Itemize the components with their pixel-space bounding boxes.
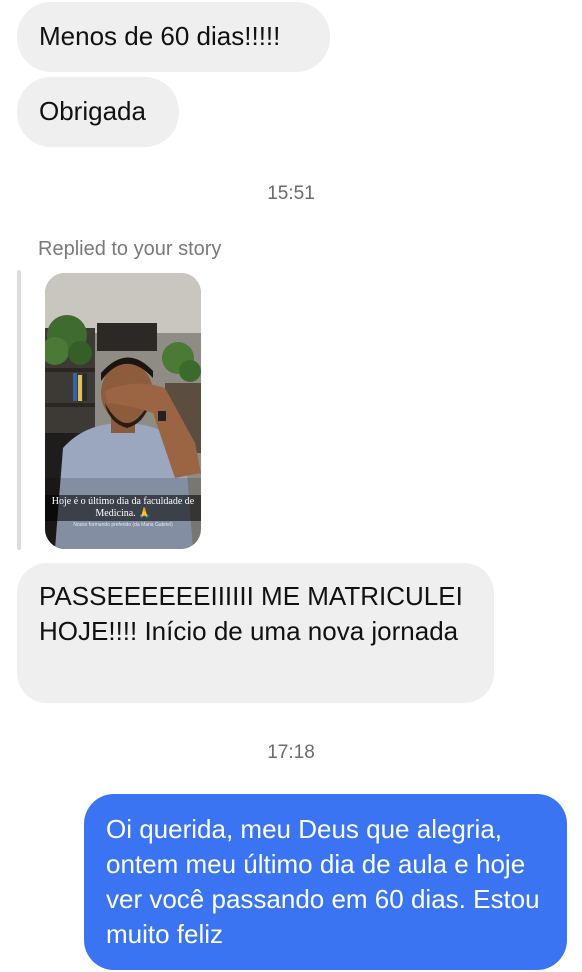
- incoming-message[interactable]: PASSEEEEEEIIIIII ME MATRICULEI HOJE!!!! …: [17, 563, 494, 703]
- incoming-message[interactable]: Obrigada: [17, 77, 179, 147]
- message-text: Menos de 60 dias!!!!!: [39, 21, 281, 51]
- message-text: PASSEEEEEEIIIIII ME MATRICULEI HOJE!!!! …: [39, 581, 463, 646]
- message-text: Oi querida, meu Deus que alegria, ontem …: [106, 814, 540, 949]
- story-caption-text: Hoje é o último dia da faculdade de Medi…: [45, 495, 201, 521]
- story-small-text: Nosso formando preferido (da Maria Gabri…: [73, 522, 173, 528]
- timestamp: 17:18: [267, 742, 315, 763]
- story-caption: Hoje é o último dia da faculdade de Medi…: [45, 495, 201, 521]
- reply-context-label: Replied to your story: [38, 238, 222, 260]
- message-text: Obrigada: [39, 96, 146, 126]
- outgoing-message[interactable]: Oi querida, meu Deus que alegria, ontem …: [84, 794, 567, 970]
- reply-indicator-bar: [17, 270, 21, 550]
- timestamp: 15:51: [267, 183, 315, 204]
- incoming-message[interactable]: Menos de 60 dias!!!!!: [17, 2, 330, 72]
- story-thumbnail[interactable]: Hoje é o último dia da faculdade de Medi…: [45, 273, 201, 549]
